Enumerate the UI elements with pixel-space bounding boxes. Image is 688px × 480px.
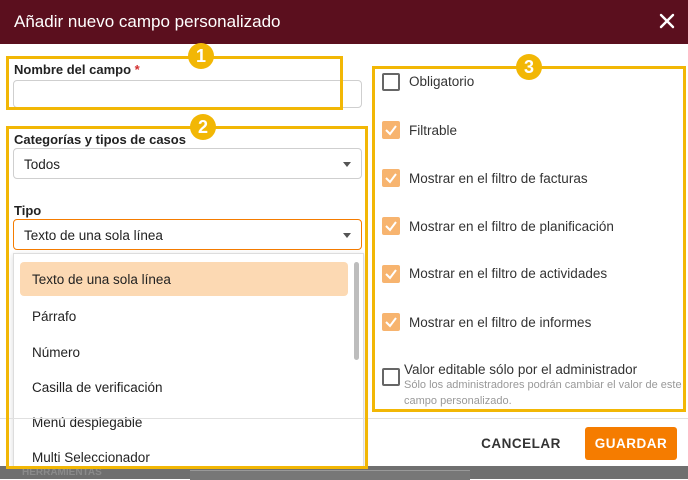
highlight-box-1 bbox=[6, 56, 343, 110]
badge-1: 1 bbox=[188, 43, 214, 69]
dialog-title: Añadir nuevo campo personalizado bbox=[14, 12, 281, 31]
badge-2: 2 bbox=[190, 114, 216, 140]
highlight-box-3 bbox=[372, 66, 686, 412]
save-button[interactable]: GUARDAR bbox=[585, 427, 677, 460]
cancel-button[interactable]: CANCELAR bbox=[478, 428, 564, 460]
badge-3: 3 bbox=[516, 54, 542, 80]
close-icon[interactable] bbox=[656, 10, 678, 32]
highlight-box-2 bbox=[6, 126, 368, 469]
dialog-header: Añadir nuevo campo personalizado bbox=[0, 0, 688, 44]
